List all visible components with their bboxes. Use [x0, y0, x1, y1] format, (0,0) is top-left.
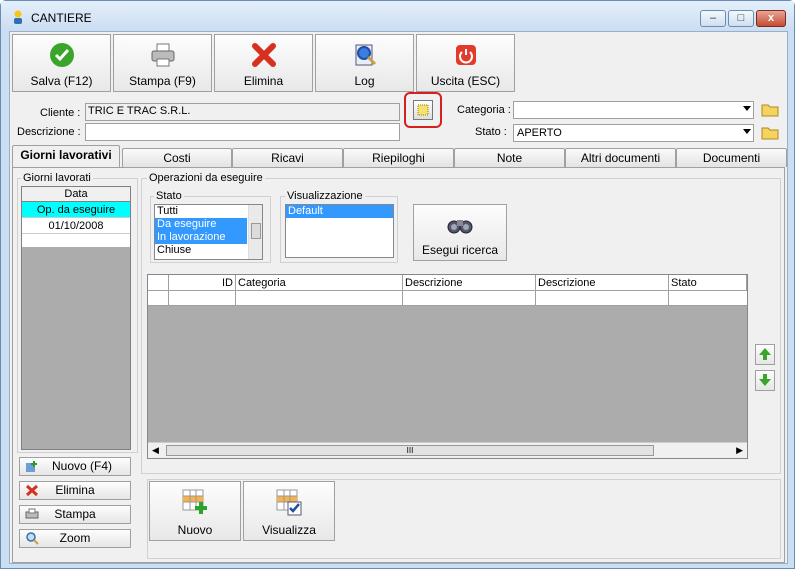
column-header-descrizione-2[interactable]: Descrizione: [536, 275, 669, 291]
stato-folder-icon[interactable]: [761, 124, 779, 140]
esegui-ricerca-label: Esegui ricerca: [421, 243, 499, 257]
stato-scrollbar[interactable]: [248, 205, 262, 259]
nuovo-operazione-button[interactable]: Nuovo: [149, 481, 241, 541]
categoria-select[interactable]: [513, 101, 754, 119]
categoria-label: Categoria :: [457, 104, 511, 116]
column-header-categoria[interactable]: Categoria: [236, 275, 403, 291]
app-icon: [14, 10, 22, 24]
cliente-lookup-button[interactable]: [404, 92, 442, 128]
delete-label: Elimina: [243, 74, 284, 88]
stato-select[interactable]: APERTO: [513, 124, 754, 142]
table-row[interactable]: [148, 291, 747, 306]
lookup-icon: [417, 104, 429, 116]
exit-label: Uscita (ESC): [430, 74, 501, 88]
nuovo-label: Nuovo: [177, 523, 213, 537]
window: CANTIERE – □ x Salva (F12) Stampa (F9) E…: [0, 0, 795, 569]
window-title: CANTIERE: [31, 11, 92, 25]
visualizza-button[interactable]: Visualizza: [243, 481, 335, 541]
binoculars-icon: [447, 220, 473, 234]
giorni-grid: Data Op. da eseguire 01/10/2008: [21, 186, 131, 450]
list-item[interactable]: Default: [286, 205, 393, 218]
maximize-button[interactable]: □: [728, 10, 754, 27]
log-magnifier-icon: [355, 44, 376, 66]
scroll-thumb[interactable]: [251, 223, 261, 239]
green-down-arrow-icon: [759, 374, 771, 386]
descrizione-label: Descrizione :: [17, 126, 81, 138]
tab-altri-documenti[interactable]: Altri documenti: [565, 148, 676, 167]
giorni-header: Data: [22, 187, 130, 202]
column-header-id[interactable]: ID: [169, 275, 236, 291]
operazioni-grid: ID Categoria Descrizione Descrizione Sta…: [147, 274, 748, 459]
tab-riepiloghi[interactable]: Riepiloghi: [343, 148, 454, 167]
grid-check-icon: [276, 489, 302, 516]
horizontal-scrollbar[interactable]: ◀ III ▶: [148, 442, 747, 458]
list-item[interactable]: In lavorazione: [155, 231, 247, 244]
row-selector-header: [148, 275, 169, 291]
tab-costi[interactable]: Costi: [122, 148, 232, 167]
tab-ricavi[interactable]: Ricavi: [232, 148, 343, 167]
log-button[interactable]: Log: [315, 34, 414, 92]
print-label: Stampa (F9): [129, 74, 196, 88]
giorni-empty-row: [22, 234, 130, 247]
descrizione-field[interactable]: [85, 123, 400, 141]
column-header-descrizione[interactable]: Descrizione: [403, 275, 536, 291]
zoom-button[interactable]: Zoom: [19, 529, 131, 548]
save-button[interactable]: Salva (F12): [12, 34, 111, 92]
column-header-stato[interactable]: Stato: [669, 275, 747, 291]
minimize-button[interactable]: –: [700, 10, 726, 27]
red-x-icon: [25, 484, 39, 497]
log-label: Log: [354, 74, 375, 88]
printer-icon: [151, 43, 174, 67]
power-icon: [455, 45, 476, 65]
close-button[interactable]: x: [756, 10, 786, 27]
list-item[interactable]: Chiuse: [155, 244, 247, 257]
stato-list[interactable]: Tutti Da eseguire In lavorazione Chiuse: [154, 204, 263, 260]
list-item[interactable]: Da eseguire: [155, 218, 247, 231]
tab-panel: Giorni lavorati Data Op. da eseguire 01/…: [12, 167, 785, 563]
title-bar: CANTIERE – □ x: [1, 1, 794, 33]
move-up-button[interactable]: [755, 344, 775, 365]
giorni-row[interactable]: 01/10/2008: [22, 218, 130, 234]
checkmark-icon: [49, 43, 74, 67]
tab-giorni-lavorativi[interactable]: Giorni lavorativi: [12, 145, 120, 168]
magnifier-icon: [26, 532, 39, 545]
scroll-thumb[interactable]: III: [166, 445, 654, 456]
nuovo-f4-button[interactable]: Nuovo (F4): [19, 457, 131, 476]
delete-button[interactable]: Elimina: [214, 34, 313, 92]
stampa-button[interactable]: Stampa: [19, 505, 131, 524]
move-down-button[interactable]: [755, 370, 775, 391]
save-label: Salva (F12): [30, 74, 93, 88]
tab-documenti[interactable]: Documenti: [676, 148, 787, 167]
client-area: Salva (F12) Stampa (F9) Elimina Log Usci…: [9, 31, 788, 564]
visualizzazione-list[interactable]: Default: [285, 204, 394, 258]
giorni-row[interactable]: Op. da eseguire: [22, 202, 130, 218]
add-icon: [26, 461, 37, 472]
elimina-button[interactable]: Elimina: [19, 481, 131, 500]
stato-group-title: Stato: [154, 190, 184, 202]
cliente-field[interactable]: TRIC E TRAC S.R.L.: [85, 103, 400, 121]
exit-button[interactable]: Uscita (ESC): [416, 34, 515, 92]
scroll-right-icon[interactable]: ▶: [736, 445, 743, 456]
print-button[interactable]: Stampa (F9): [113, 34, 212, 92]
printer-icon: [25, 508, 39, 519]
red-x-icon: [251, 43, 276, 67]
visualizzazione-title: Visualizzazione: [285, 190, 365, 202]
visualizza-label: Visualizza: [262, 523, 316, 537]
scroll-left-icon[interactable]: ◀: [152, 445, 159, 456]
list-item[interactable]: Tutti: [155, 205, 247, 218]
operazioni-title: Operazioni da eseguire: [147, 172, 265, 184]
green-up-arrow-icon: [759, 348, 771, 360]
giorni-title: Giorni lavorati: [21, 172, 93, 184]
stato-label: Stato :: [475, 126, 507, 138]
categoria-folder-icon[interactable]: [761, 101, 779, 117]
tab-note[interactable]: Note: [454, 148, 565, 167]
cliente-label: Cliente :: [40, 107, 81, 119]
grid-add-icon: [182, 489, 207, 514]
esegui-ricerca-button[interactable]: Esegui ricerca: [413, 204, 507, 261]
